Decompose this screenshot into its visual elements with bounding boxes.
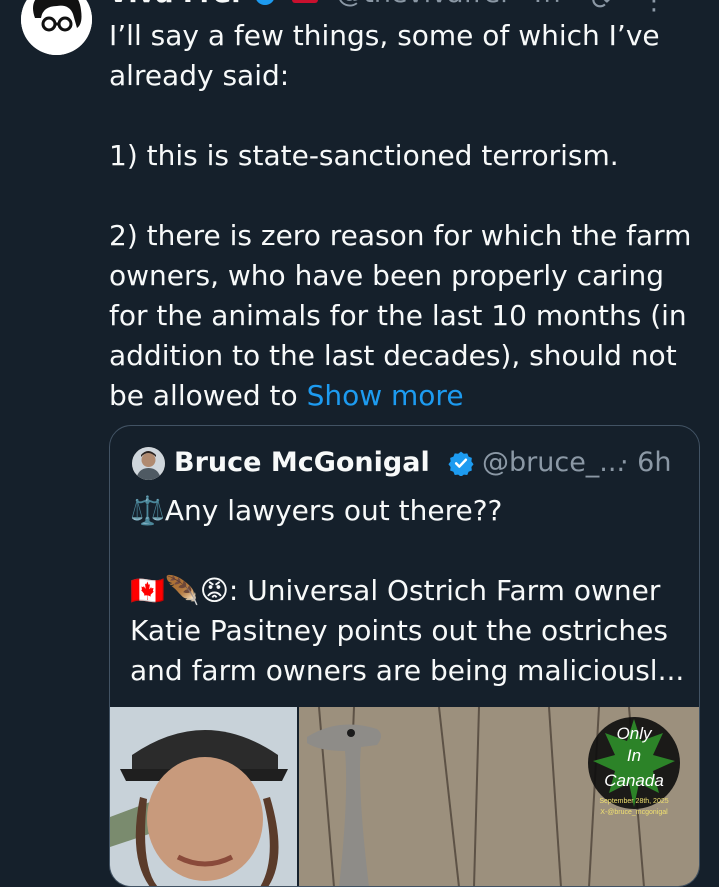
post-body-text: I’ll say a few things, some of which I’v…	[109, 19, 692, 412]
post-header: Viva Frei @thevivafrei 4h	[108, 0, 561, 10]
only-in-canada-watermark: Only In Canada September 28th, 2025 X-@b…	[579, 711, 689, 823]
watermark-handle: X-@bruce_mcgonigal	[600, 809, 668, 816]
author-name[interactable]: Viva Frei	[108, 0, 241, 9]
watermark-date: September 28th, 2025	[599, 798, 668, 805]
quoted-post-time[interactable]: · 6h	[620, 443, 671, 483]
quoted-author-handle[interactable]: @bruce_...	[482, 443, 625, 483]
quoted-line-1: ⚖️Any lawyers out there??	[130, 494, 503, 527]
quoted-post[interactable]: Bruce McGonigal @bruce_... · 6h ⚖️Any la…	[109, 425, 700, 887]
post-time[interactable]: 4h	[526, 0, 560, 9]
show-more-link[interactable]: Show more	[307, 379, 464, 412]
more-icon[interactable]: ⋮	[641, 0, 695, 16]
quoted-author-avatar[interactable]	[132, 447, 165, 480]
verified-icon	[448, 451, 474, 476]
grok-icon[interactable]: ⟳	[591, 0, 641, 16]
watermark-only: Only	[617, 724, 653, 743]
watermark-canada: Canada	[604, 771, 664, 790]
post-body: I’ll say a few things, some of which I’v…	[109, 16, 699, 416]
quoted-media[interactable]: Only In Canada September 28th, 2025 X-@b…	[110, 707, 699, 886]
author-handle[interactable]: @thevivafrei	[336, 0, 507, 9]
avatar-image	[21, 0, 92, 55]
verified-icon	[255, 0, 276, 5]
quoted-post-body: ⚖️Any lawyers out there?? 🇨🇦🪶😡: Universa…	[130, 491, 690, 691]
post-header-icons: ⟳⋮	[591, 0, 695, 16]
flag-icon	[291, 0, 318, 3]
emoji-group: 🇨🇦🪶😡	[130, 574, 229, 607]
quoted-line-2: 🇨🇦🪶😡: Universal Ostrich Farm owner Katie…	[130, 571, 690, 691]
watermark-in: In	[627, 746, 641, 765]
author-avatar[interactable]	[21, 0, 92, 55]
quoted-avatar-image	[132, 447, 165, 480]
quoted-post-header: Bruce McGonigal @bruce_... · 6h	[130, 443, 690, 483]
quoted-author-name[interactable]: Bruce McGonigal	[174, 443, 430, 483]
media-woman-photo	[110, 707, 297, 886]
media-ostrich-photo: Only In Canada September 28th, 2025 X-@b…	[299, 707, 699, 886]
